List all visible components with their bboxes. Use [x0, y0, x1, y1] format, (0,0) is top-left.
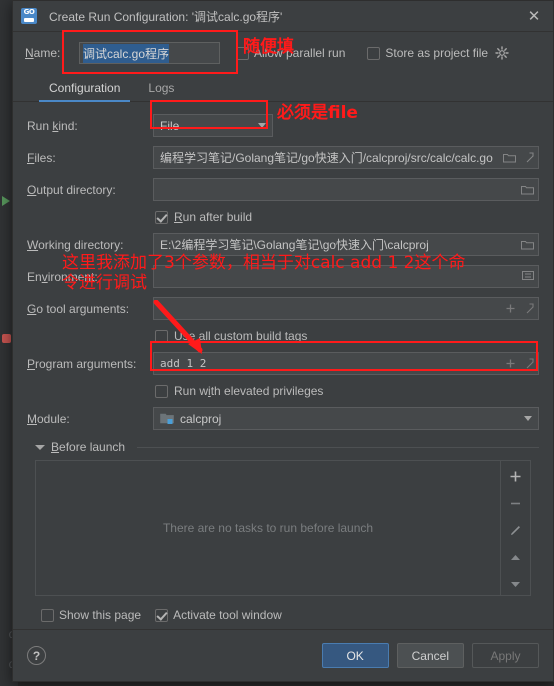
- close-icon[interactable]: ✕: [521, 4, 547, 28]
- pencil-icon[interactable]: [508, 523, 524, 537]
- collapse-triangle-icon[interactable]: [35, 444, 45, 450]
- go-tool-arguments-label: Go tool arguments:: [27, 301, 130, 316]
- store-as-project-file-label: Store as project file: [385, 46, 489, 60]
- dialog-title: Create Run Configuration: '调试calc.go程序': [49, 9, 283, 24]
- program-arguments-value: add 1 2: [160, 357, 207, 370]
- gutter-run-icon[interactable]: [2, 196, 10, 206]
- arrow-up-icon[interactable]: [508, 550, 524, 564]
- allow-parallel-run-label: Allow parallel run: [254, 46, 346, 60]
- create-run-configuration-dialog: GO Create Run Configuration: '调试calc.go程…: [12, 0, 554, 682]
- goland-go-icon: GO: [21, 8, 37, 24]
- expand-icon[interactable]: [523, 303, 534, 314]
- use-all-custom-build-tags-label: Use all custom build tags: [174, 329, 308, 343]
- output-directory-input[interactable]: [153, 178, 539, 201]
- output-directory-label: Output directory:: [27, 182, 116, 197]
- help-button[interactable]: ?: [27, 646, 46, 665]
- arrow-down-icon[interactable]: [508, 577, 524, 591]
- module-row: Module: calcproj: [27, 407, 539, 430]
- browse-icon[interactable]: [522, 270, 534, 284]
- store-as-project-file-checkbox[interactable]: Store as project file: [367, 46, 488, 60]
- working-directory-value: E:\2编程学习笔记\Golang笔记\go快速入门\calcproj: [160, 238, 429, 252]
- separator: [137, 446, 539, 448]
- cancel-button[interactable]: Cancel: [396, 643, 464, 668]
- use-all-custom-build-tags-checkbox[interactable]: Use all custom build tags: [27, 329, 539, 343]
- before-launch-empty-text: There are no tasks to run before launch: [162, 521, 374, 535]
- dialog-title-bar: GO Create Run Configuration: '调试calc.go程…: [13, 1, 553, 32]
- name-label: Name:: [25, 46, 61, 60]
- gear-icon[interactable]: [495, 46, 509, 60]
- working-directory-label: Working directory:: [27, 237, 124, 252]
- folder-icon[interactable]: [521, 239, 534, 250]
- program-arguments-row: Program arguments: add 1 2: [27, 352, 539, 375]
- module-value: calcproj: [180, 411, 222, 426]
- run-after-build-checkbox[interactable]: Run after build: [27, 210, 539, 224]
- files-input[interactable]: 编程学习笔记/Golang笔记/go快速入门/calcproj/src/calc…: [153, 146, 539, 169]
- configuration-form: Run kind: File Files: 编程学习笔记/Golang笔记/go…: [13, 102, 553, 629]
- chevron-down-icon: [258, 123, 266, 128]
- allow-parallel-run-checkbox[interactable]: Allow parallel run: [236, 46, 345, 60]
- folder-icon[interactable]: [521, 184, 534, 195]
- program-arguments-label: Program arguments:: [27, 356, 137, 371]
- before-launch-header[interactable]: Before launch: [35, 440, 539, 454]
- dialog-actions: OK Cancel Apply: [314, 643, 539, 668]
- files-value: 编程学习笔记/Golang笔记/go快速入门/calcproj/src/calc…: [160, 151, 493, 165]
- run-with-elevated-privileges-checkbox[interactable]: Run with elevated privileges: [27, 384, 539, 398]
- apply-button[interactable]: Apply: [472, 643, 539, 668]
- show-this-page-checkbox[interactable]: Show this page: [41, 608, 141, 622]
- run-after-build-label: Run after build: [174, 210, 253, 224]
- allow-parallel-run-box[interactable]: [236, 46, 249, 60]
- store-as-project-file-box[interactable]: [367, 46, 381, 60]
- module-label: Module:: [27, 411, 70, 426]
- plus-icon[interactable]: [505, 303, 516, 314]
- files-label: Files:: [27, 150, 56, 165]
- tab-configuration[interactable]: Configuration: [35, 81, 134, 102]
- name-row: Name: 调试calc.go程序 Allow parallel run Sto…: [13, 32, 553, 74]
- show-this-page-label: Show this page: [59, 608, 142, 622]
- chevron-down-icon: [524, 416, 532, 421]
- plus-icon[interactable]: [505, 358, 516, 369]
- dialog-button-bar: ? OK Cancel Apply: [13, 629, 553, 681]
- ok-button[interactable]: OK: [321, 643, 389, 668]
- name-input-value: 调试calc.go程序: [83, 43, 170, 63]
- run-kind-value: File: [160, 118, 180, 133]
- run-with-elevated-privileges-label: Run with elevated privileges: [174, 384, 324, 398]
- before-launch-title: Before launch: [51, 440, 126, 454]
- dialog-tabs: Configuration Logs: [13, 74, 553, 102]
- expand-icon[interactable]: [523, 152, 534, 163]
- environment-row: Environment:: [27, 265, 539, 288]
- expand-icon[interactable]: [523, 358, 534, 369]
- run-kind-row: Run kind: File: [27, 114, 539, 137]
- run-with-elevated-privileges-box[interactable]: [155, 384, 168, 398]
- show-this-page-box[interactable]: [41, 608, 54, 622]
- before-launch-toolbar: [500, 461, 530, 595]
- footer-options: Show this page Activate tool window: [27, 596, 539, 622]
- environment-input[interactable]: [153, 265, 539, 288]
- use-all-custom-build-tags-box[interactable]: [155, 329, 168, 343]
- minus-icon[interactable]: [508, 496, 524, 510]
- plus-icon[interactable]: [508, 469, 524, 483]
- before-launch-task-list[interactable]: There are no tasks to run before launch: [35, 460, 531, 596]
- activate-tool-window-checkbox[interactable]: Activate tool window: [155, 608, 282, 622]
- files-row: Files: 编程学习笔记/Golang笔记/go快速入门/calcproj/s…: [27, 146, 539, 169]
- run-after-build-box[interactable]: [155, 210, 168, 224]
- activate-tool-window-label: Activate tool window: [173, 608, 282, 622]
- program-arguments-input[interactable]: add 1 2: [153, 352, 539, 375]
- output-directory-row: Output directory:: [27, 178, 539, 201]
- go-tool-arguments-row: Go tool arguments:: [27, 297, 539, 320]
- breakpoint-icon[interactable]: [2, 334, 11, 343]
- working-directory-input[interactable]: E:\2编程学习笔记\Golang笔记\go快速入门\calcproj: [153, 233, 539, 256]
- environment-label: Environment:: [27, 269, 98, 284]
- working-directory-row: Working directory: E:\2编程学习笔记\Golang笔记\g…: [27, 233, 539, 256]
- module-folder-icon: [160, 412, 174, 425]
- run-kind-dropdown[interactable]: File: [153, 114, 273, 137]
- module-dropdown[interactable]: calcproj: [153, 407, 539, 430]
- tab-logs[interactable]: Logs: [134, 81, 188, 101]
- name-input[interactable]: 调试calc.go程序: [79, 42, 220, 64]
- go-tool-arguments-input[interactable]: [153, 297, 539, 320]
- run-kind-label: Run kind:: [27, 118, 78, 133]
- folder-icon[interactable]: [503, 152, 516, 163]
- activate-tool-window-box[interactable]: [155, 608, 169, 622]
